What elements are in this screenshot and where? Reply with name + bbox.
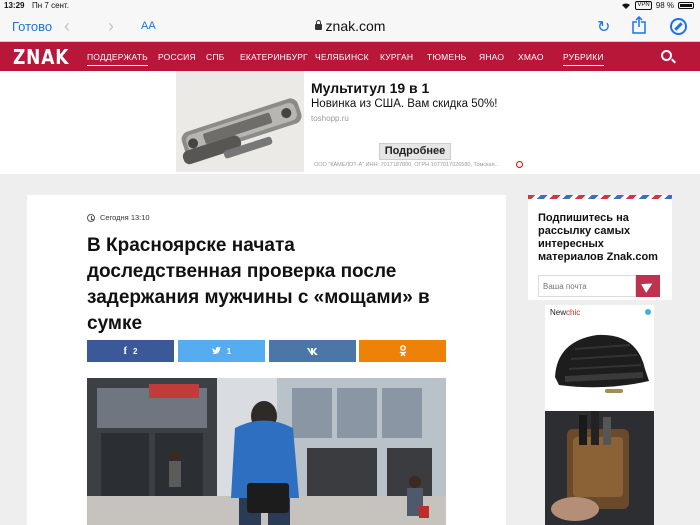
status-indicators: VPN 98 %	[621, 1, 694, 10]
nav-item-russia[interactable]: РОССИЯ	[158, 52, 196, 62]
status-time: 13:29	[4, 1, 25, 10]
search-icon[interactable]	[661, 50, 672, 61]
ad-more-button[interactable]: Подробнее	[379, 143, 451, 160]
ad-brand-prefix: New	[550, 308, 567, 317]
site-nav: ZNAK ПОДДЕРЖАТЬ РОССИЯ СПБ ЕКАТЕРИНБУРГ …	[0, 42, 700, 71]
send-icon[interactable]	[636, 275, 660, 297]
status-date: Пн 7 сент.	[32, 1, 69, 10]
ad-domain: toshopp.ru	[311, 114, 349, 123]
multitool-image[interactable]	[176, 71, 304, 172]
ad-marker-icon[interactable]	[516, 161, 523, 168]
article-date: Сегодня 13:10	[100, 213, 150, 222]
ad-info-icon[interactable]	[645, 309, 651, 315]
ad-brand-suffix: chic	[566, 308, 581, 317]
nav-item-spb[interactable]: СПБ	[206, 52, 224, 62]
compass-icon[interactable]	[670, 18, 687, 35]
twitter-count: 1	[226, 346, 232, 356]
nav-item-rubrics[interactable]: РУБРИКИ	[563, 52, 604, 66]
battery-percent: 98 %	[655, 1, 674, 10]
nav-item-support[interactable]: ПОДДЕРЖАТЬ	[87, 52, 148, 66]
odnoklassniki-icon	[399, 345, 406, 357]
article-card: Сегодня 13:10 В Красноярске начата досле…	[27, 195, 506, 525]
address-bar[interactable]: znak.com	[0, 18, 700, 34]
nav-item-chelyabinsk[interactable]: ЧЕЛЯБИНСК	[315, 52, 369, 62]
nav-item-tyumen[interactable]: ТЮМЕНЬ	[427, 52, 466, 62]
nav-item-yanao[interactable]: ЯНАО	[479, 52, 504, 62]
battery-icon	[678, 2, 694, 9]
share-icon[interactable]	[632, 16, 646, 34]
article-headline: В Красноярске начата доследственная пров…	[87, 235, 430, 334]
facebook-count: 2	[132, 346, 138, 356]
nav-item-kurgan[interactable]: КУРГАН	[380, 52, 413, 62]
wifi-icon	[622, 2, 631, 9]
article-date-row: Сегодня 13:10	[87, 213, 150, 222]
ad-legal-text: ООО "КАМЕЛОТ-А" ИНН: 7017187800, ОГРН 10…	[314, 162, 500, 168]
share-ok-button[interactable]	[359, 340, 446, 362]
article-photo[interactable]	[87, 378, 446, 525]
newsletter-title: Подпишитесь на рассылку самых интересных…	[538, 212, 658, 263]
vk-icon	[306, 347, 318, 355]
share-twitter-button[interactable]: 1	[178, 340, 265, 362]
share-facebook-button[interactable]: f 2	[87, 340, 174, 362]
ad-brand-label: Newchic	[550, 308, 580, 317]
email-field[interactable]	[538, 275, 636, 297]
twitter-icon	[211, 347, 221, 354]
airmail-border	[528, 195, 672, 199]
share-vk-button[interactable]	[269, 340, 356, 362]
status-bar: 13:29 Пн 7 сент. VPN 98 %	[0, 0, 700, 12]
nav-item-hmao[interactable]: ХМАО	[518, 52, 544, 62]
nav-item-ekaterinburg[interactable]: ЕКАТЕРИНБУРГ	[240, 52, 308, 62]
ad-banner[interactable]: Мультитул 19 в 1 Новинка из США. Вам ски…	[0, 71, 700, 174]
vpn-badge: VPN	[635, 1, 652, 10]
product-images[interactable]	[545, 319, 654, 525]
browser-toolbar: Готово ‹ › AA znak.com ↻	[0, 12, 700, 42]
znak-logo[interactable]: ZNAK	[13, 45, 69, 69]
ad-title[interactable]: Мультитул 19 в 1	[311, 80, 429, 96]
reload-icon[interactable]: ↻	[597, 17, 610, 37]
lock-icon	[314, 20, 322, 30]
clock-icon	[87, 213, 95, 222]
side-ad[interactable]: Newchic	[545, 305, 654, 525]
ad-subtitle: Новинка из США. Вам скидка 50%!	[311, 98, 498, 110]
facebook-icon: f	[123, 345, 127, 357]
newsletter-widget: Подпишитесь на рассылку самых интересных…	[528, 195, 672, 300]
url-text: znak.com	[325, 18, 386, 34]
